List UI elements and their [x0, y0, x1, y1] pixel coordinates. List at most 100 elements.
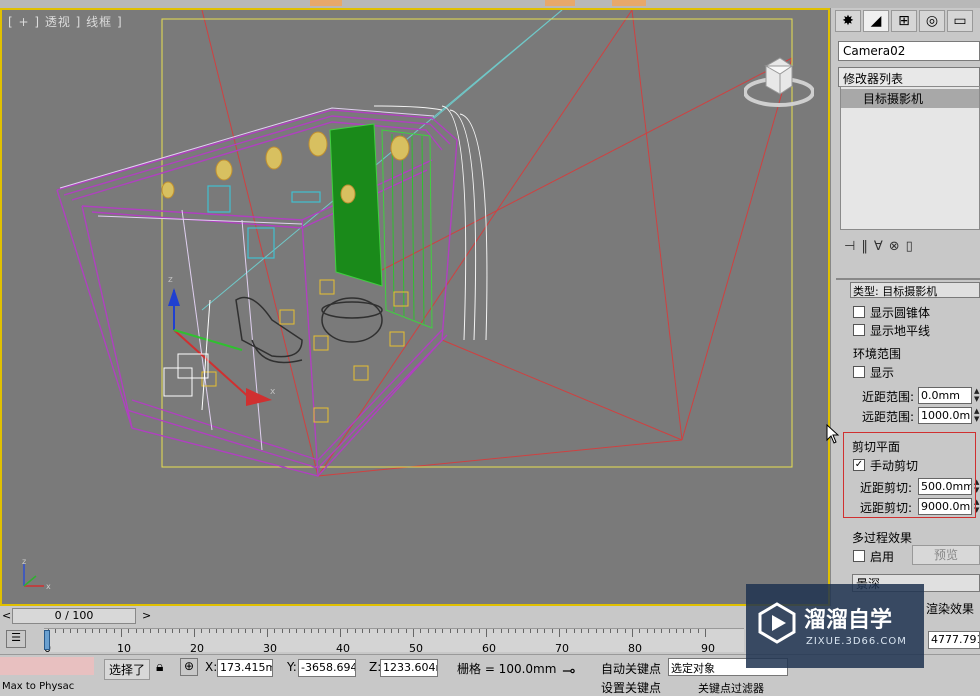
timeline-tick — [486, 629, 487, 637]
timeline-minor-tick — [442, 629, 444, 633]
motion-tab-icon[interactable]: ◎ — [919, 10, 945, 32]
mouse-cursor-icon — [826, 423, 840, 447]
set-key-icon[interactable]: ⊸ — [562, 661, 575, 680]
near-range-spinner[interactable]: ▲ ▼ — [974, 387, 980, 404]
far-range-field[interactable]: 1000.0mm — [918, 407, 972, 424]
hierarchy-tab-icon[interactable]: ⊞ — [891, 10, 917, 32]
trackbar-toggle-icon[interactable]: ☰ — [6, 630, 26, 648]
timeline-tick — [632, 629, 633, 637]
render-effect-label: 渲染效果 — [926, 602, 975, 616]
preview-button[interactable]: 预览 — [912, 545, 980, 565]
timeline-tick — [340, 629, 341, 637]
timeline-minor-tick — [361, 629, 363, 633]
show-horizon-checkbox[interactable] — [853, 324, 865, 336]
timeline-minor-tick — [464, 629, 466, 633]
timeline-minor-tick — [398, 629, 400, 633]
far-clip-spinner[interactable]: ▲ ▼ — [974, 498, 980, 515]
axis-tripod-icon: z x — [22, 557, 51, 591]
modifier-list-dropdown[interactable]: 修改器列表 — [838, 67, 980, 87]
timeline-minor-tick — [281, 629, 283, 633]
timeline-minor-tick — [347, 629, 349, 633]
timeline-minor-tick — [588, 629, 590, 633]
selection-lock-icon[interactable]: 🔒︎ — [156, 659, 163, 675]
timeline-tick — [267, 629, 268, 637]
modify-tab-icon[interactable]: ◢ — [863, 10, 889, 32]
prev-frame-arrow[interactable]: < — [2, 609, 11, 622]
timeline-tick — [194, 629, 195, 637]
timeline-minor-tick — [383, 629, 385, 633]
show-cone-checkbox[interactable] — [853, 306, 865, 318]
far-range-spinner[interactable]: ▲ ▼ — [974, 407, 980, 424]
viewport-label[interactable]: [ + ] 透视 ] 线框 ] — [8, 13, 123, 30]
timeline-minor-tick — [99, 629, 101, 633]
timeline-minor-tick — [434, 629, 436, 633]
x-coord-field[interactable]: 173.415mm — [217, 659, 273, 677]
absolute-mode-icon[interactable]: ⊕ — [180, 658, 198, 676]
manual-clip-checkbox[interactable]: ✓ — [853, 459, 865, 471]
timeline-minor-tick — [544, 629, 546, 633]
maxscript-listener[interactable]: Max to Physac — [2, 681, 74, 692]
manual-clip-label: 手动剪切 — [870, 459, 919, 473]
timeline-minor-tick — [566, 629, 568, 633]
viewcube-icon[interactable] — [744, 52, 814, 110]
time-slider[interactable]: 0 / 100 — [12, 608, 136, 624]
timeline-minor-tick — [332, 629, 334, 633]
env-show-checkbox[interactable] — [853, 366, 865, 378]
timeline-minor-tick — [456, 629, 458, 633]
near-clip-field[interactable]: 500.0mm — [918, 478, 972, 495]
timeline-minor-tick — [172, 629, 174, 633]
z-coord-field[interactable]: 1233.604m — [380, 659, 438, 677]
svg-text:x: x — [270, 387, 276, 397]
pin-stack-icon[interactable]: ⊣ — [844, 239, 855, 254]
maxscript-input[interactable] — [0, 657, 94, 675]
timeline-minor-tick — [683, 629, 685, 633]
svg-text:z: z — [168, 275, 173, 285]
current-frame-marker[interactable] — [44, 630, 50, 650]
near-clip-spinner[interactable]: ▲ ▼ — [974, 478, 980, 495]
next-frame-arrow[interactable]: > — [142, 609, 151, 622]
timeline-minor-tick — [617, 629, 619, 633]
timeline-minor-tick — [223, 629, 225, 633]
far-clip-field[interactable]: 9000.0mm — [918, 498, 972, 515]
multipass-enable-checkbox[interactable] — [853, 550, 865, 562]
timeline-minor-tick — [690, 629, 692, 633]
display-tab-icon[interactable]: ▭ — [947, 10, 973, 32]
timeline-minor-tick — [252, 629, 254, 633]
make-unique-icon[interactable]: ∀ — [874, 239, 883, 254]
timeline-minor-tick — [84, 629, 86, 633]
timeline-minor-tick — [529, 629, 531, 633]
object-name-field[interactable]: Camera02 — [838, 41, 980, 61]
timeline-minor-tick — [420, 629, 422, 633]
viewport-extra-field[interactable]: 4777.791i — [928, 631, 980, 649]
timeline-tick — [705, 629, 706, 637]
create-tab-icon[interactable]: ✸ — [835, 10, 861, 32]
multipass-enable-label: 启用 — [870, 550, 895, 564]
perspective-viewport[interactable]: z x [ + ] 透视 ] 线框 ] z x — [0, 8, 830, 606]
configure-sets-icon[interactable]: ▯ — [906, 239, 913, 254]
far-range-label: 远距范围: — [862, 410, 915, 424]
timeline-minor-tick — [215, 629, 217, 633]
remove-modifier-icon[interactable]: ⊗ — [889, 239, 900, 254]
y-coord-field[interactable]: -3658.694 — [298, 659, 356, 677]
timeline-minor-tick — [186, 629, 188, 633]
modifier-stack-item[interactable]: 目标摄影机 — [841, 89, 979, 108]
camera-type-dropdown[interactable]: 类型: 目标摄影机 — [850, 282, 980, 298]
timeline-minor-tick — [288, 629, 290, 633]
grid-size-label: 栅格 = 100.0mm — [457, 662, 557, 676]
key-filter-button[interactable]: 关键点过滤器 — [698, 680, 764, 696]
auto-key-button[interactable]: 自动关键点 — [601, 660, 661, 677]
show-end-result-icon[interactable]: ‖ — [861, 239, 868, 254]
watermark: 溜溜自学 ZIXUE.3D66.COM — [746, 584, 924, 668]
timeline-minor-tick — [369, 629, 371, 633]
timeline-minor-tick — [610, 629, 612, 633]
timeline-minor-tick — [142, 629, 144, 633]
near-range-field[interactable]: 0.0mm — [918, 387, 972, 404]
timeline-minor-tick — [179, 629, 181, 633]
timeline-minor-tick — [128, 629, 130, 633]
timeline-tick — [413, 629, 414, 637]
env-range-group-title: 环境范围 — [853, 347, 902, 361]
timeline-minor-tick — [668, 629, 670, 633]
near-clip-label: 近距剪切: — [860, 481, 913, 495]
timeline-minor-tick — [537, 629, 539, 633]
svg-text:z: z — [22, 557, 26, 566]
